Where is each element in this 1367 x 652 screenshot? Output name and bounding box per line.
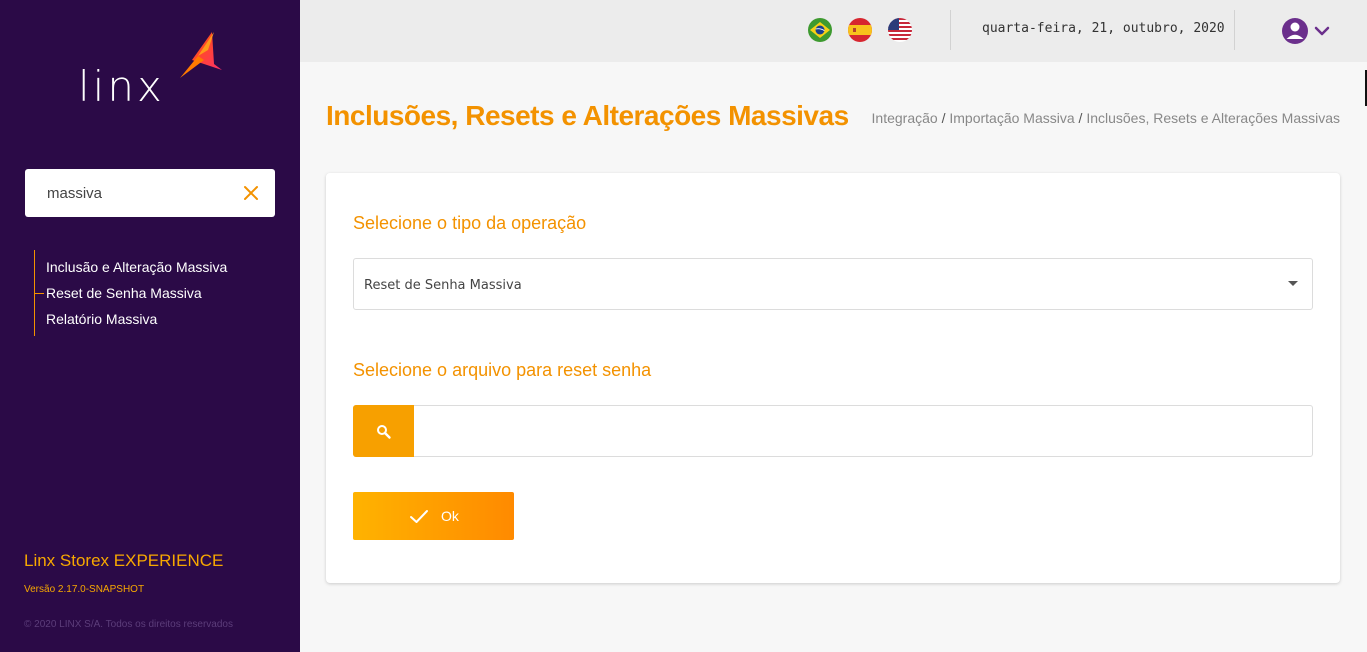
page-title: Inclusões, Resets e Alterações Massivas — [326, 100, 849, 131]
ok-button[interactable]: Ok — [353, 492, 514, 540]
brazil-flag-icon[interactable] — [808, 18, 832, 42]
file-picker — [353, 405, 1313, 457]
file-label: Selecione o arquivo para reset senha — [353, 360, 652, 380]
breadcrumb-item-current: Inclusões, Resets e Alterações Massivas — [1086, 110, 1340, 126]
sidebar-search — [25, 169, 275, 217]
menu-search-input[interactable] — [25, 169, 235, 217]
caret-down-icon — [1288, 281, 1298, 286]
breadcrumb-item-integracao[interactable]: Integração — [872, 110, 938, 126]
operation-type-label: Selecione o tipo da operação — [353, 213, 587, 233]
search-icon — [377, 425, 391, 439]
app-version: Versão 2.17.0-SNAPSHOT — [24, 584, 145, 595]
topbar-divider — [950, 10, 951, 50]
sidebar-item-inclusao-alteracao-massiva[interactable]: Inclusão e Alteração Massiva — [35, 254, 274, 280]
file-path-input[interactable] — [414, 406, 1312, 456]
check-icon — [410, 510, 428, 523]
sidebar-menu: Inclusão e Alteração Massiva Reset de Se… — [34, 250, 274, 336]
browse-file-button[interactable] — [353, 405, 414, 457]
app-name: Linx Storex EXPERIENCE — [24, 551, 224, 570]
logo-text: linx — [78, 62, 165, 111]
operation-card: Selecione o tipo da operação Reset de Se… — [326, 173, 1340, 583]
operation-type-value: Reset de Senha Massiva — [364, 278, 522, 293]
user-avatar-icon — [1282, 18, 1330, 44]
ok-button-label: Ok — [441, 508, 459, 524]
top-bar: quarta-feira, 21, outubro, 2020 — [300, 0, 1367, 62]
logo-mark-icon — [180, 32, 222, 78]
topbar-divider — [1234, 10, 1235, 50]
breadcrumb: Integração / Importação Massiva / Inclus… — [872, 110, 1340, 126]
sidebar: linx Inclusão e Alteração Massiva Reset … — [0, 0, 300, 652]
linx-logo[interactable]: linx — [78, 30, 228, 120]
usa-flag-icon[interactable] — [888, 18, 912, 42]
operation-type-select[interactable]: Reset de Senha Massiva — [353, 258, 1313, 310]
spain-flag-icon[interactable] — [848, 18, 872, 42]
user-menu-button[interactable] — [1280, 16, 1332, 46]
breadcrumb-item-importacao-massiva[interactable]: Importação Massiva — [949, 110, 1074, 126]
clear-icon[interactable] — [241, 183, 261, 203]
sidebar-item-relatorio-massiva[interactable]: Relatório Massiva — [35, 306, 274, 332]
copyright: © 2020 LINX S/A. Todos os direitos reser… — [24, 619, 233, 630]
sidebar-item-reset-senha-massiva[interactable]: Reset de Senha Massiva — [35, 280, 274, 306]
current-date: quarta-feira, 21, outubro, 2020 — [982, 21, 1225, 36]
